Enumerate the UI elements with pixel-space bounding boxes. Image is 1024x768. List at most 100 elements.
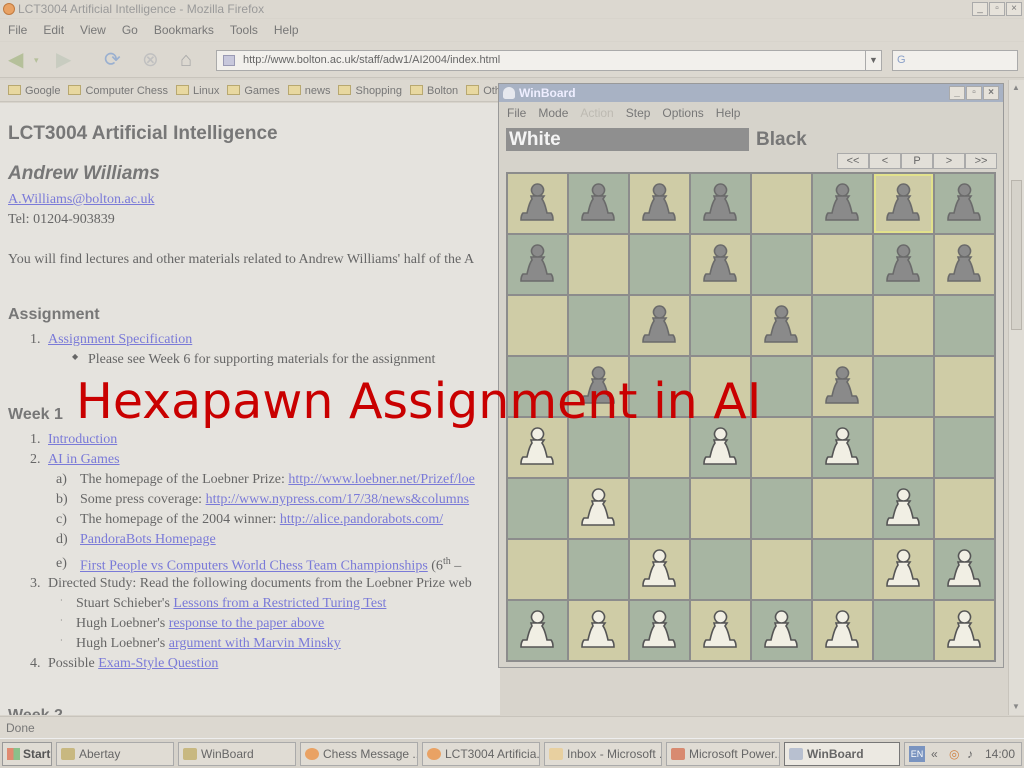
tray-expand-icon[interactable]: «	[931, 743, 938, 765]
task-inbox[interactable]: Inbox - Microsoft ...	[544, 742, 662, 766]
next-move-button[interactable]: >	[933, 153, 965, 169]
board-square[interactable]	[874, 540, 933, 599]
minimize-button[interactable]: _	[972, 2, 988, 16]
black-pawn-icon[interactable]	[700, 180, 741, 226]
back-arrow-icon[interactable]: ◀	[8, 48, 23, 72]
bookmark-bolton[interactable]: Bolton	[409, 80, 458, 101]
board-square[interactable]	[874, 479, 933, 538]
exam-question-link[interactable]: Exam-Style Question	[98, 656, 218, 671]
menu-tools[interactable]: Tools	[230, 23, 258, 37]
white-pawn-icon[interactable]	[700, 607, 741, 653]
wb-menu-options[interactable]: Options	[662, 106, 703, 120]
board-square[interactable]	[752, 296, 811, 355]
board-square[interactable]	[752, 540, 811, 599]
board-square[interactable]	[508, 174, 567, 233]
bookmark-news[interactable]: news	[287, 80, 330, 101]
board-square[interactable]	[813, 540, 872, 599]
back-dropdown-icon[interactable]: ▾	[34, 48, 39, 72]
white-pawn-icon[interactable]	[822, 607, 863, 653]
bookmark-shopping[interactable]: Shopping	[338, 80, 402, 101]
email-link[interactable]: A.Williams@bolton.ac.uk	[8, 192, 154, 208]
white-pawn-icon[interactable]	[639, 546, 680, 592]
board-square[interactable]	[630, 479, 689, 538]
response-link[interactable]: response to the paper above	[169, 616, 325, 631]
language-indicator[interactable]: EN	[909, 746, 925, 762]
board-square[interactable]	[813, 479, 872, 538]
board-square[interactable]	[935, 357, 994, 416]
winboard-close-button[interactable]: ×	[983, 86, 999, 100]
board-square[interactable]	[569, 296, 628, 355]
nypress-link[interactable]: http://www.nypress.com/17/38/news&column…	[206, 492, 470, 507]
white-pawn-icon[interactable]	[517, 424, 558, 470]
task-lct3004[interactable]: LCT3004 Artificia...	[422, 742, 540, 766]
ai-in-games-link[interactable]: AI in Games	[48, 452, 120, 468]
board-square[interactable]	[569, 601, 628, 660]
board-square[interactable]	[935, 540, 994, 599]
board-square[interactable]	[935, 601, 994, 660]
board-square[interactable]	[752, 235, 811, 294]
board-square[interactable]	[569, 540, 628, 599]
white-pawn-icon[interactable]	[761, 607, 802, 653]
menu-edit[interactable]: Edit	[43, 23, 64, 37]
black-pawn-icon[interactable]	[944, 180, 985, 226]
scroll-up-icon[interactable]: ▲	[1012, 83, 1020, 92]
board-square[interactable]	[935, 235, 994, 294]
white-pawn-icon[interactable]	[578, 607, 619, 653]
menu-go[interactable]: Go	[122, 23, 138, 37]
black-pawn-icon[interactable]	[822, 180, 863, 226]
previous-move-button[interactable]: <	[869, 153, 901, 169]
stop-icon[interactable]: ⊗	[142, 48, 159, 72]
bookmark-other[interactable]: Other	[466, 80, 500, 101]
board-square[interactable]	[508, 235, 567, 294]
url-input[interactable]: http://www.bolton.ac.uk/staff/adw1/AI200…	[216, 50, 882, 71]
board-square[interactable]	[813, 296, 872, 355]
white-pawn-icon[interactable]	[944, 546, 985, 592]
task-winboard-folder[interactable]: WinBoard	[178, 742, 296, 766]
black-pawn-icon[interactable]	[639, 180, 680, 226]
black-pawn-icon[interactable]	[517, 180, 558, 226]
board-square[interactable]	[874, 296, 933, 355]
first-move-button[interactable]: <<	[837, 153, 869, 169]
board-square[interactable]	[813, 601, 872, 660]
black-pawn-icon[interactable]	[944, 241, 985, 287]
minsky-link[interactable]: argument with Marvin Minsky	[169, 636, 341, 651]
introduction-link[interactable]: Introduction	[48, 432, 117, 448]
board-square[interactable]	[752, 174, 811, 233]
task-winboard[interactable]: WinBoard	[784, 742, 900, 766]
board-square[interactable]	[752, 479, 811, 538]
black-pawn-icon[interactable]	[883, 241, 924, 287]
board-square[interactable]	[569, 479, 628, 538]
winboard-minimize-button[interactable]: _	[949, 86, 965, 100]
wb-menu-help[interactable]: Help	[716, 106, 741, 120]
board-square[interactable]	[691, 296, 750, 355]
alice-link[interactable]: http://alice.pandorabots.com/	[280, 512, 443, 527]
board-square[interactable]	[691, 540, 750, 599]
page-scrollbar[interactable]: ▲ ▼	[1008, 80, 1024, 715]
board-square[interactable]	[691, 479, 750, 538]
url-dropdown-icon[interactable]: ▼	[865, 51, 881, 70]
board-square[interactable]	[630, 296, 689, 355]
board-square[interactable]	[508, 540, 567, 599]
black-pawn-icon[interactable]	[822, 363, 863, 409]
winboard-maximize-button[interactable]: ▫	[966, 86, 982, 100]
board-square[interactable]	[874, 601, 933, 660]
tray-audio-icon[interactable]: ♪	[967, 743, 973, 765]
wb-menu-step[interactable]: Step	[626, 106, 651, 120]
board-square[interactable]	[874, 357, 933, 416]
board-square[interactable]	[691, 235, 750, 294]
chess-championships-link[interactable]: First People vs Computers World Chess Te…	[80, 559, 428, 574]
board-square[interactable]	[508, 479, 567, 538]
board-square[interactable]	[630, 235, 689, 294]
board-square[interactable]	[508, 296, 567, 355]
bookmark-google[interactable]: Google	[8, 80, 60, 101]
maximize-button[interactable]: ▫	[989, 2, 1005, 16]
menu-bookmarks[interactable]: Bookmarks	[154, 23, 214, 37]
wb-menu-mode[interactable]: Mode	[538, 106, 568, 120]
board-square[interactable]	[508, 601, 567, 660]
board-square[interactable]	[874, 235, 933, 294]
board-square[interactable]	[630, 601, 689, 660]
board-square[interactable]	[874, 418, 933, 477]
black-pawn-icon[interactable]	[578, 180, 619, 226]
black-pawn-icon[interactable]	[700, 241, 741, 287]
white-pawn-icon[interactable]	[883, 485, 924, 531]
